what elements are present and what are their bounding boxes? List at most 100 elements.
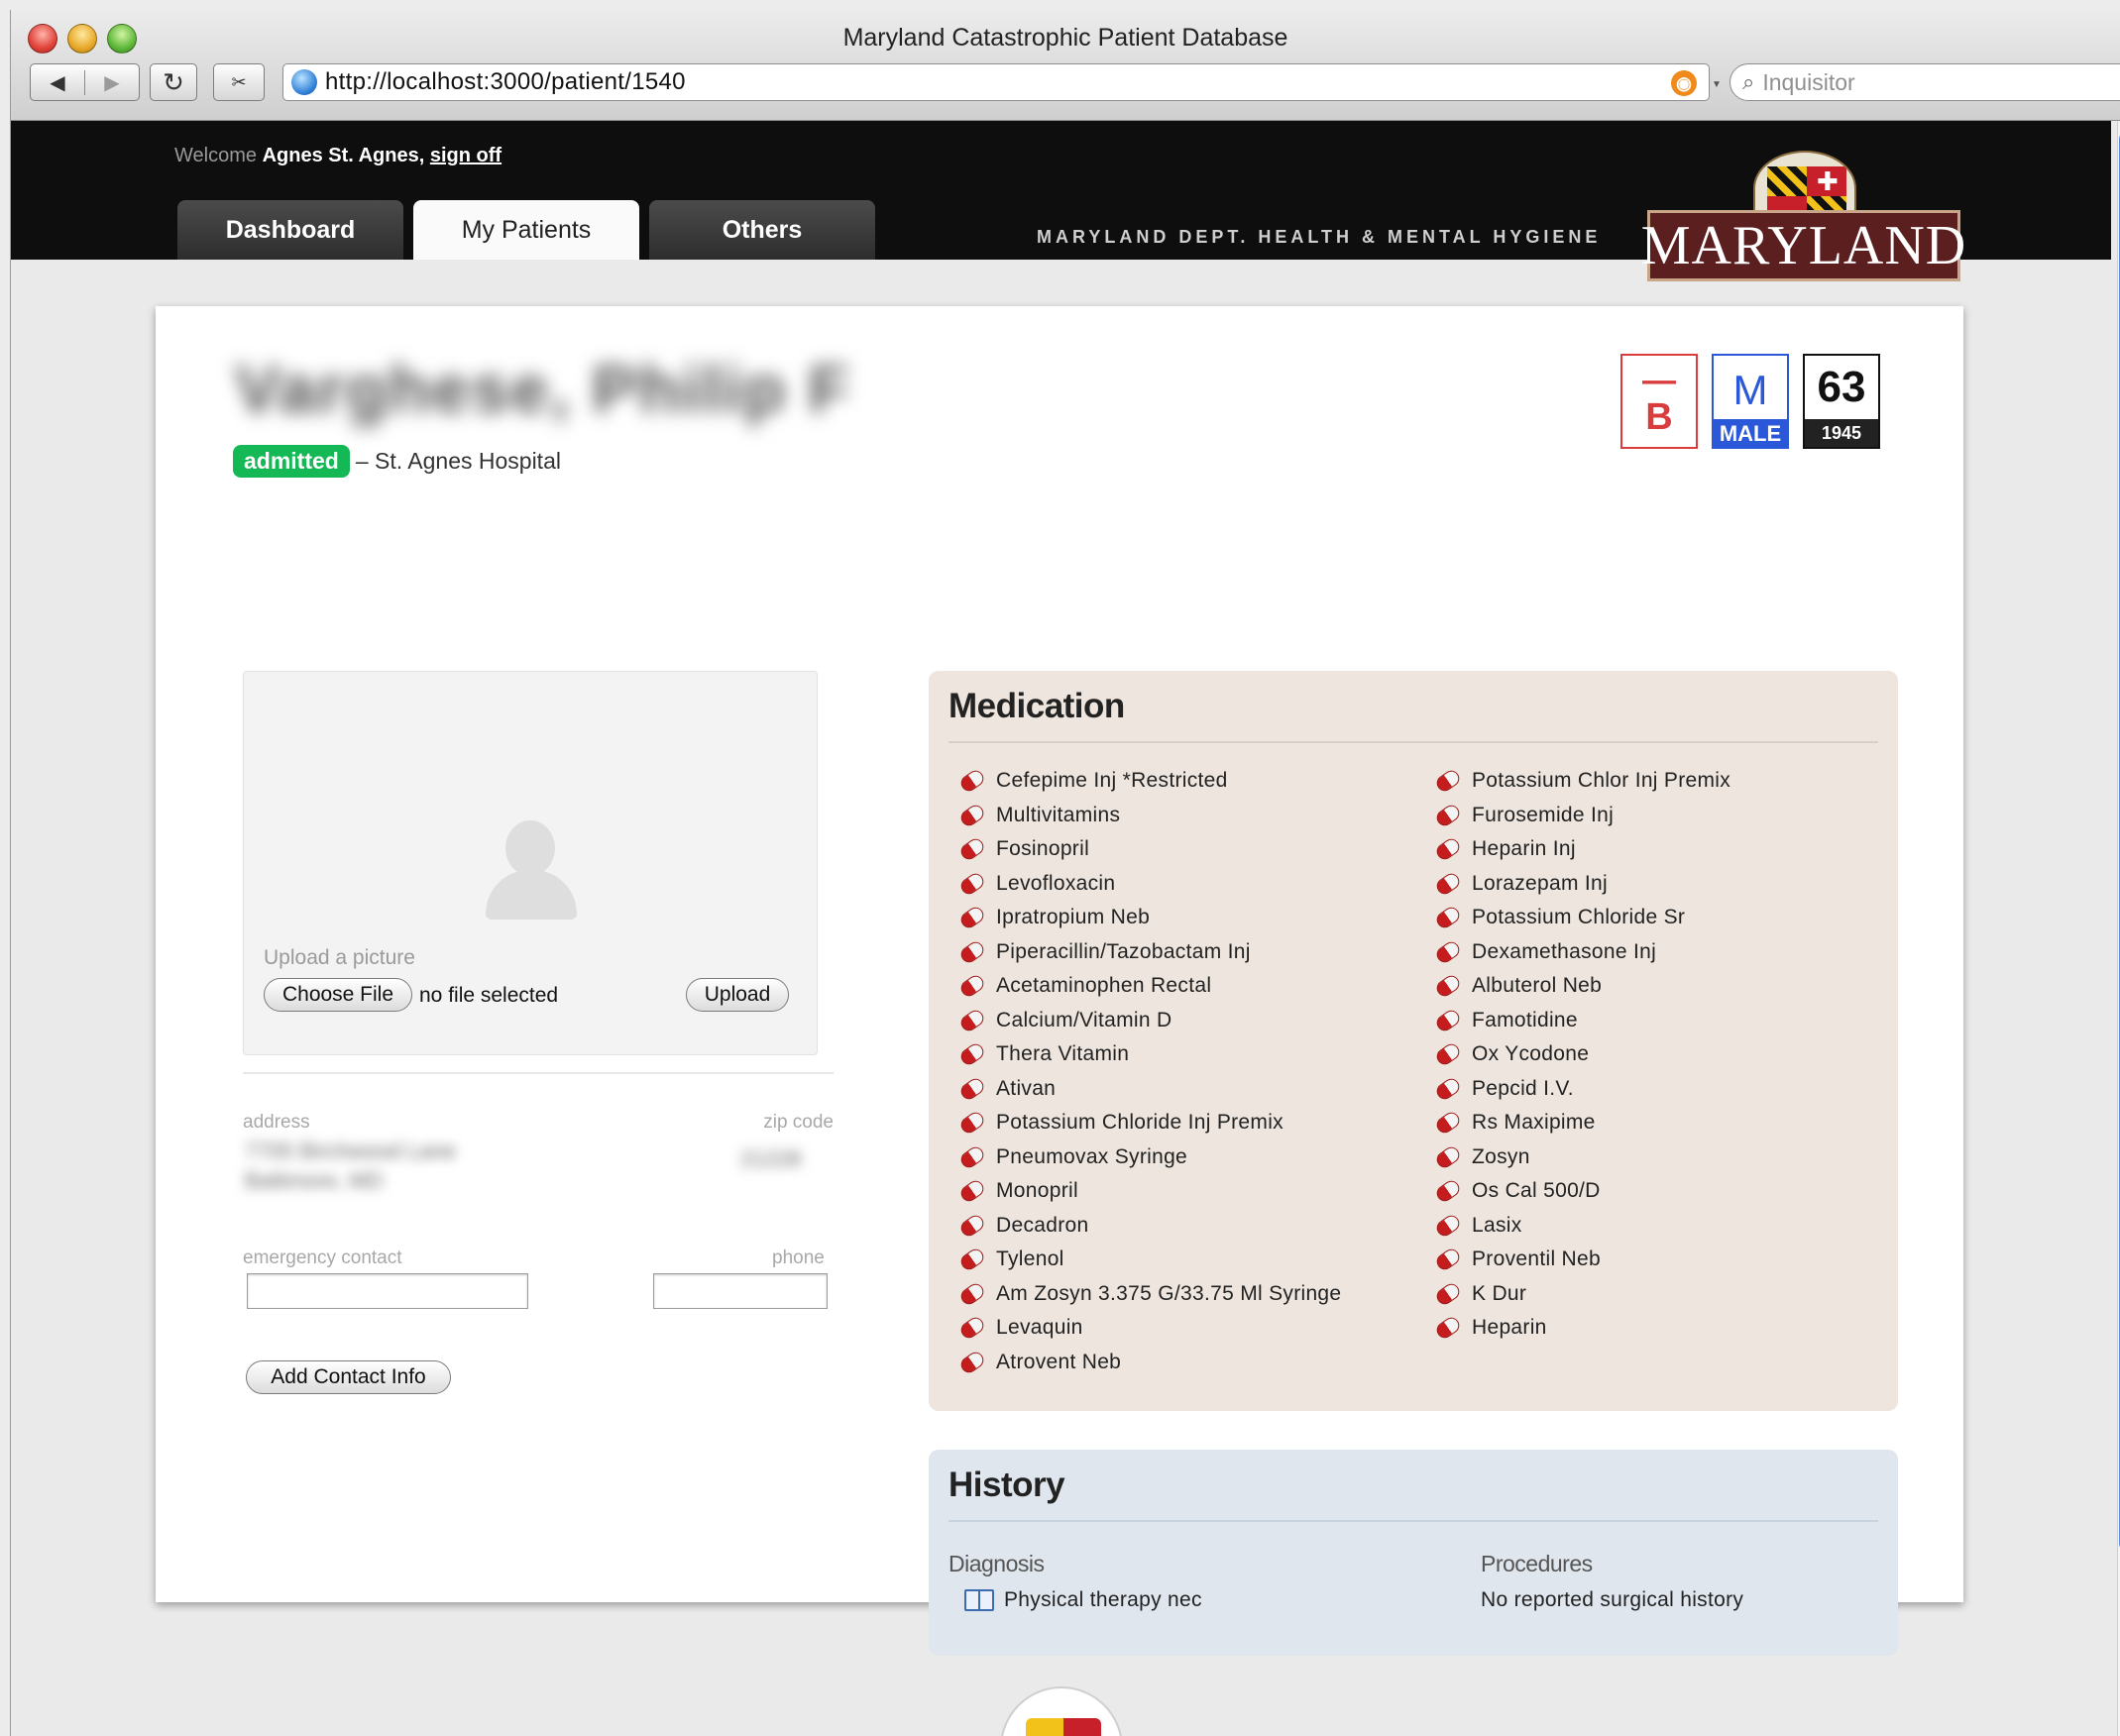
sign-off-link[interactable]: sign off [430, 145, 502, 166]
medication-name: Proventil Neb [1472, 1248, 1601, 1271]
address-bar[interactable]: http://localhost:3000/patient/1540 ◉ [282, 63, 1710, 101]
phone-input[interactable] [653, 1273, 828, 1309]
diagnosis-label: Diagnosis [948, 1551, 1045, 1576]
medication-name: Ipratropium Neb [996, 906, 1151, 929]
back-arrow-icon[interactable]: ◀ [31, 69, 85, 95]
history-panel: History Diagnosis Procedures Physical th… [929, 1450, 1898, 1656]
file-status: no file selected [419, 984, 559, 1007]
web-clip-button[interactable]: ✂ [213, 63, 265, 101]
medication-name: Potassium Chlor Inj Premix [1472, 769, 1731, 793]
welcome-label: Welcome [174, 145, 257, 166]
patient-card: Varghese, Philip F admitted – St. Agnes … [156, 306, 1963, 1656]
medication-name: Potassium Chloride Sr [1472, 906, 1686, 929]
medication-name: Dexamethasone Inj [1472, 939, 1657, 963]
medication-name: Zosyn [1472, 1144, 1530, 1168]
age: 63 [1817, 363, 1866, 411]
welcome-message: Welcome Agnes St. Agnes, sign off [174, 145, 502, 167]
address-label: address [243, 1112, 310, 1133]
pill-icon [1433, 904, 1463, 931]
medication-name: Os Cal 500/D [1472, 1179, 1601, 1203]
sex-label: MALE [1714, 419, 1787, 449]
blood-type: B [1645, 396, 1673, 438]
patient-name: Varghese, Philip F [235, 352, 851, 427]
window-title: Maryland Catastrophic Patient Database [842, 24, 1288, 52]
medication-name: Rs Maxipime [1472, 1111, 1596, 1135]
emergency-contact-input[interactable] [247, 1273, 528, 1309]
reload-button[interactable]: ↻ [150, 63, 197, 101]
pill-icon [957, 1314, 987, 1342]
footer-seal-icon [1000, 1686, 1123, 1736]
medication-item: Acetaminophen Rectal [957, 969, 1341, 1004]
medication-name: Potassium Chloride Inj Premix [996, 1111, 1283, 1135]
medication-item: Ox Ycodone [1433, 1037, 1730, 1072]
search-placeholder: Inquisitor [1762, 68, 1855, 95]
panel-divider [948, 1520, 1878, 1522]
pill-icon [957, 1109, 987, 1137]
medication-name: Monopril [996, 1179, 1078, 1203]
medication-item: Famotidine [1433, 1004, 1730, 1038]
pill-icon [957, 1040, 987, 1068]
medication-item: Atrovent Neb [957, 1346, 1341, 1380]
pill-icon [957, 1212, 987, 1240]
medication-name: Multivitamins [996, 803, 1121, 826]
back-forward-group: ◀ ▶ [30, 63, 140, 101]
zip-code-value: 21228 [740, 1146, 802, 1171]
medication-name: Piperacillin/Tazobactam Inj [996, 939, 1251, 963]
medication-item: Os Cal 500/D [1433, 1174, 1730, 1209]
upload-label: Upload a picture [264, 946, 415, 969]
medication-item: Potassium Chloride Inj Premix [957, 1106, 1341, 1140]
address-line-2: Baltimore, MD [245, 1168, 384, 1193]
rss-icon[interactable]: ◉ [1671, 70, 1697, 96]
maryland-logo[interactable]: MARYLAND [1641, 210, 1965, 281]
medication-item: Lasix [1433, 1209, 1730, 1244]
medication-panel: Medication Cefepime Inj *Restricted Multi… [929, 671, 1898, 1411]
choose-file-button[interactable]: Choose File [264, 978, 412, 1012]
diagnosis-text: Physical therapy nec [1004, 1588, 1202, 1611]
age-badge: 63 1945 [1803, 354, 1880, 449]
search-field[interactable]: ⌕ Inquisitor [1729, 63, 2120, 101]
pill-icon [1433, 1212, 1463, 1240]
status-badge: admitted [233, 445, 350, 478]
search-engine-arrow-icon[interactable]: ▼ [1712, 79, 1722, 90]
tab-my-patients[interactable]: My Patients [413, 200, 639, 260]
emergency-contact-label: emergency contact [243, 1248, 402, 1268]
tab-others[interactable]: Others [649, 200, 875, 260]
rh-factor-negative: — [1642, 362, 1676, 399]
tab-dashboard[interactable]: Dashboard [177, 200, 403, 260]
medication-item: Pneumovax Syringe [957, 1140, 1341, 1175]
medication-name: Ativan [996, 1076, 1057, 1100]
pill-icon [957, 1075, 987, 1103]
pill-icon [1433, 1143, 1463, 1171]
medication-name: Tylenol [996, 1248, 1064, 1271]
pill-icon [957, 1280, 987, 1308]
medication-name: Lasix [1472, 1213, 1522, 1237]
history-title: History [948, 1465, 1065, 1504]
diagnosis-item[interactable]: Physical therapy nec [964, 1588, 1202, 1612]
address-line-1: 7705 Birchwood Lane [245, 1139, 456, 1163]
admission-status: admitted – St. Agnes Hospital [233, 445, 561, 478]
upload-button[interactable]: Upload [686, 978, 789, 1012]
forward-arrow-icon[interactable]: ▶ [85, 70, 139, 95]
medication-item: Potassium Chloride Sr [1433, 901, 1730, 935]
pill-icon [957, 870, 987, 898]
title-bar: Maryland Catastrophic Patient Database ◀… [11, 10, 2120, 121]
pill-icon [957, 972, 987, 1000]
medication-item: Monopril [957, 1174, 1341, 1209]
medication-item: Multivitamins [957, 799, 1341, 833]
pill-icon [957, 835, 987, 863]
medication-list-column-1: Cefepime Inj *Restricted Multivitamins Fos… [957, 764, 1341, 1380]
medication-name: Levofloxacin [996, 871, 1116, 895]
phone-label: phone [772, 1248, 825, 1268]
department-name: MARYLAND DEPT. HEALTH & MENTAL HYGIENE [1037, 227, 1602, 247]
medication-name: Acetaminophen Rectal [996, 974, 1212, 998]
medication-item: Levofloxacin [957, 867, 1341, 902]
pill-icon [957, 938, 987, 966]
procedures-label: Procedures [1481, 1551, 1593, 1576]
medication-name: Fosinopril [996, 837, 1090, 861]
pill-icon [1433, 1177, 1463, 1205]
medication-item: Pepcid I.V. [1433, 1072, 1730, 1107]
medication-name: Pneumovax Syringe [996, 1144, 1188, 1168]
add-contact-info-button[interactable]: Add Contact Info [246, 1360, 451, 1394]
search-icon: ⌕ [1742, 69, 1755, 94]
medication-title: Medication [948, 687, 1125, 725]
